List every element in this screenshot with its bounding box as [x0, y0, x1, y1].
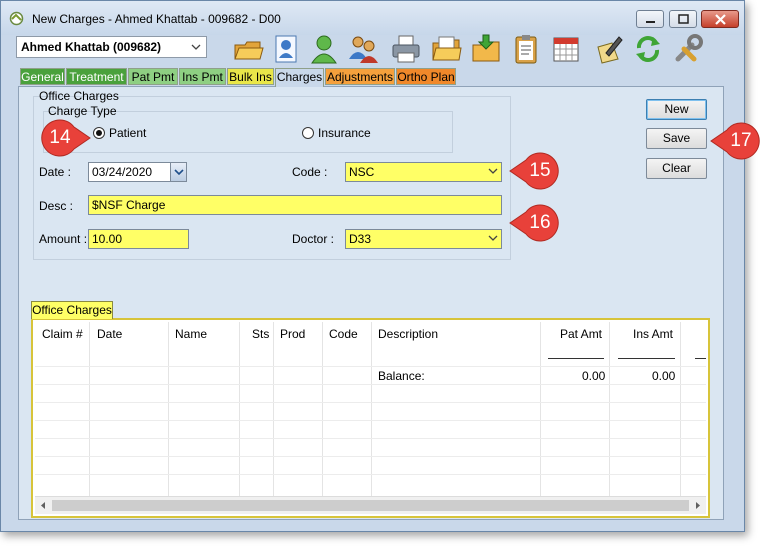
- tab-ortho-plan[interactable]: Ortho Plan: [396, 68, 456, 85]
- chevron-down-icon: [191, 44, 201, 50]
- tab-ins-pmt[interactable]: Ins Pmt: [179, 68, 226, 85]
- open-folder-icon[interactable]: [232, 33, 264, 65]
- tab-general[interactable]: General: [20, 68, 65, 85]
- clear-button[interactable]: Clear: [646, 158, 707, 179]
- desc-label: Desc :: [39, 199, 74, 213]
- tab-treatment[interactable]: Treatment: [66, 68, 127, 85]
- code-value: NSC: [349, 165, 375, 179]
- callout-number: 15: [529, 160, 551, 181]
- app-icon: [9, 11, 24, 26]
- document-folder-icon[interactable]: [430, 33, 462, 65]
- minimize-icon: [646, 21, 655, 23]
- doctor-label: Doctor :: [292, 232, 335, 246]
- column-header-ins-amt[interactable]: Ins Amt: [633, 327, 673, 341]
- amount-input[interactable]: 10.00: [88, 229, 189, 249]
- column-header-pat-amt[interactable]: Pat Amt: [560, 327, 602, 341]
- office-charges-grid: Claim # Date Name Sts Prod Code Descript…: [35, 322, 706, 514]
- minimize-button[interactable]: [636, 10, 664, 28]
- doctor-value: D33: [349, 232, 372, 246]
- balance-pat-amt: 0.00: [582, 369, 606, 383]
- insurance-radio[interactable]: [302, 127, 314, 139]
- doctor-select[interactable]: D33: [345, 229, 502, 249]
- overflow-total-line: [695, 358, 706, 359]
- charge-type-title: Charge Type: [48, 104, 117, 118]
- code-select[interactable]: NSC: [345, 162, 502, 182]
- callout-15: 15: [509, 151, 560, 191]
- tab-adjustments[interactable]: Adjustments: [325, 68, 395, 85]
- close-icon: [715, 14, 726, 25]
- date-picker-button[interactable]: [170, 162, 187, 182]
- download-folder-icon[interactable]: [470, 33, 502, 65]
- date-input[interactable]: 03/24/2020: [88, 162, 171, 182]
- column-header-prod[interactable]: Prod: [280, 327, 305, 341]
- column-header-code[interactable]: Code: [329, 327, 358, 341]
- callout-14: 14: [40, 118, 91, 158]
- office-charges-title: Office Charges: [39, 89, 119, 103]
- patient-radio[interactable]: [93, 127, 105, 139]
- horizontal-scrollbar[interactable]: [35, 496, 706, 514]
- date-label: Date :: [39, 165, 72, 179]
- window-title: New Charges - Ahmed Khattab - 009682 - D…: [32, 12, 281, 26]
- column-header-sts[interactable]: Sts: [252, 327, 269, 341]
- refresh-icon[interactable]: [632, 33, 664, 65]
- column-header-claim[interactable]: Claim #: [42, 327, 83, 341]
- column-header-date[interactable]: Date: [97, 327, 122, 341]
- column-header-name[interactable]: Name: [175, 327, 207, 341]
- patient-selector[interactable]: Ahmed Khattab (009682): [16, 36, 207, 58]
- new-button[interactable]: New: [646, 99, 707, 120]
- callout-number: 14: [49, 127, 71, 148]
- callout-number: 17: [730, 130, 752, 151]
- scrollbar-thumb[interactable]: [52, 500, 689, 511]
- family-icon[interactable]: [347, 33, 379, 65]
- tab-office-charges[interactable]: Office Charges: [31, 301, 113, 319]
- chevron-down-icon: [174, 169, 184, 176]
- tab-pat-pmt[interactable]: Pat Pmt: [128, 68, 178, 85]
- patient-icon[interactable]: [308, 33, 340, 65]
- amount-label: Amount :: [39, 232, 88, 246]
- scroll-left-icon[interactable]: [39, 501, 47, 510]
- insurance-radio-label: Insurance: [318, 126, 371, 140]
- tools-icon[interactable]: [672, 33, 704, 65]
- clipboard-icon[interactable]: [510, 33, 542, 65]
- scroll-right-icon[interactable]: [694, 501, 702, 510]
- tab-bulk-ins[interactable]: Bulk Ins: [227, 68, 274, 85]
- patient-selector-value: Ahmed Khattab (009682): [21, 40, 162, 54]
- callout-17: 17: [710, 121, 761, 161]
- pat-amt-total-line: [548, 358, 604, 359]
- code-label: Code :: [292, 165, 328, 179]
- chevron-down-icon: [488, 168, 498, 174]
- title-bar[interactable]: New Charges - Ahmed Khattab - 009682 - D…: [1, 1, 744, 35]
- tab-charges[interactable]: Charges: [275, 68, 324, 87]
- printer-icon[interactable]: [390, 33, 422, 65]
- desc-input[interactable]: $NSF Charge: [88, 195, 502, 215]
- column-header-description[interactable]: Description: [378, 327, 438, 341]
- callout-16: 16: [509, 203, 560, 243]
- close-button[interactable]: [701, 10, 739, 28]
- ins-amt-total-line: [618, 358, 675, 359]
- edit-note-icon[interactable]: [592, 33, 624, 65]
- balance-ins-amt: 0.00: [652, 369, 676, 383]
- calendar-icon[interactable]: [550, 33, 582, 65]
- balance-label: Balance:: [378, 369, 425, 383]
- chevron-down-icon: [488, 235, 498, 241]
- save-button[interactable]: Save: [646, 128, 707, 149]
- patient-radio-label: Patient: [109, 126, 147, 140]
- maximize-button[interactable]: [669, 10, 697, 28]
- maximize-icon: [678, 14, 689, 24]
- callout-number: 16: [529, 212, 551, 233]
- patient-card-icon[interactable]: [270, 33, 302, 65]
